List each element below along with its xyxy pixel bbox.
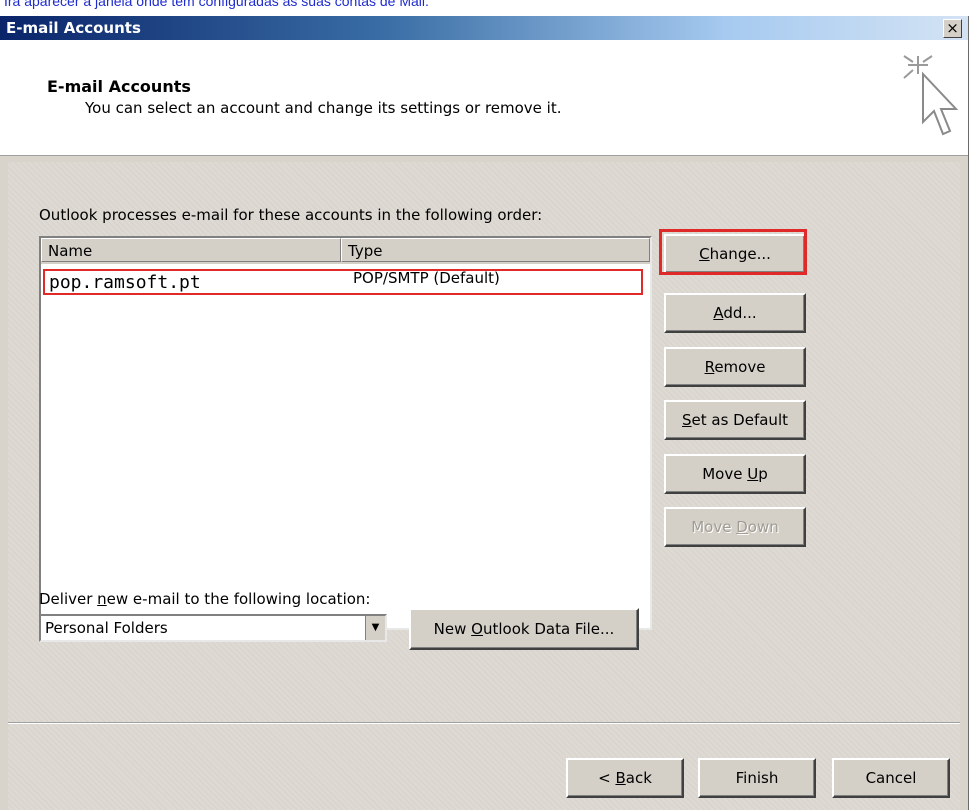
delivery-location-select[interactable]: Personal Folders ▼: [39, 614, 387, 642]
move-up-label-key: U: [747, 465, 759, 483]
new-file-label-pre: New: [433, 620, 472, 638]
column-header-type[interactable]: Type: [341, 238, 650, 262]
set-default-label-post: et as Default: [691, 411, 788, 429]
accounts-list[interactable]: Name Type pop.ramsoft.pt POP/SMTP (Defau…: [39, 236, 652, 630]
accounts-prompt: Outlook processes e-mail for these accou…: [39, 206, 543, 224]
new-file-label-post: utlook Data File...: [482, 620, 615, 638]
remove-label-post: emove: [714, 358, 766, 376]
move-up-label-pre: Move: [702, 465, 748, 483]
back-label-post: ack: [625, 769, 652, 787]
deliver-label-pre: Deliver: [39, 590, 98, 608]
column-header-name[interactable]: Name: [41, 238, 341, 262]
deliver-location-label: Deliver new e-mail to the following loca…: [39, 590, 370, 608]
set-default-label-key: S: [682, 411, 692, 429]
deliver-label-post: ew e-mail to the following location:: [106, 590, 371, 608]
account-name: pop.ramsoft.pt: [49, 272, 201, 293]
new-outlook-data-file-button[interactable]: New Outlook Data File...: [409, 608, 639, 650]
header-subtitle: You can select an account and change its…: [85, 99, 562, 117]
move-up-button[interactable]: Move Up: [664, 454, 806, 494]
remove-label-key: R: [704, 358, 715, 376]
title-bar[interactable]: E-mail Accounts ×: [0, 16, 968, 40]
content-panel: Outlook processes e-mail for these accou…: [8, 162, 960, 722]
close-button[interactable]: ×: [943, 19, 962, 38]
account-type: POP/SMTP (Default): [353, 269, 500, 287]
header-title: E-mail Accounts: [47, 77, 191, 96]
finish-button[interactable]: Finish: [698, 758, 816, 798]
deliver-label-key: n: [97, 590, 107, 608]
move-down-label-pre: Move: [691, 518, 737, 536]
back-button[interactable]: < Back: [566, 758, 684, 798]
wizard-footer: < Back Finish Cancel: [8, 724, 960, 810]
move-down-label-post: own: [747, 518, 779, 536]
back-label-pre: <: [598, 769, 616, 787]
remove-button[interactable]: Remove: [664, 347, 806, 387]
back-label-key: B: [615, 769, 626, 787]
page-caption: Irá aparecer a janela onde tem configura…: [4, 0, 429, 9]
new-file-label-key: O: [471, 620, 483, 638]
add-label-post: dd...: [723, 304, 757, 322]
cancel-button[interactable]: Cancel: [832, 758, 950, 798]
list-header: Name Type: [41, 238, 650, 264]
account-row[interactable]: pop.ramsoft.pt POP/SMTP (Default): [43, 269, 643, 295]
add-button[interactable]: Add...: [664, 293, 806, 333]
move-down-label-key: D: [736, 518, 748, 536]
window-title: E-mail Accounts: [6, 19, 141, 37]
email-accounts-dialog: E-mail Accounts × E-mail Accounts You ca…: [0, 16, 969, 810]
change-highlight: [659, 229, 807, 275]
add-label-key: A: [713, 304, 724, 322]
move-down-button[interactable]: Move Down: [664, 507, 806, 547]
cursor-sparkle-icon: [903, 55, 959, 136]
set-as-default-button[interactable]: Set as Default: [664, 400, 806, 440]
dropdown-arrow-icon[interactable]: ▼: [365, 616, 385, 640]
move-up-label-post: p: [758, 465, 768, 483]
wizard-header: E-mail Accounts You can select an accoun…: [0, 40, 968, 156]
delivery-location-value: Personal Folders: [45, 619, 168, 637]
